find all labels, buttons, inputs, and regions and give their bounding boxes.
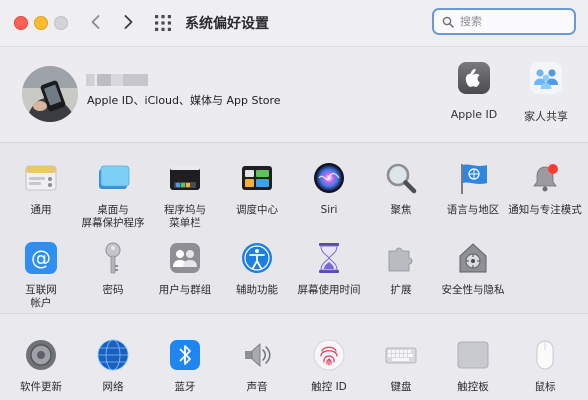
screen-time-icon	[319, 243, 339, 273]
show-all-grid-icon[interactable]	[154, 14, 172, 32]
pref-general-label: 通用	[30, 204, 52, 216]
search-icon	[442, 16, 454, 28]
users-groups-icon	[170, 243, 200, 273]
account-section: Apple ID、iCloud、媒体与 App Store Apple ID 家…	[0, 47, 588, 143]
security-privacy-icon	[459, 243, 487, 273]
pref-passwords-label: 密码	[102, 284, 124, 296]
pref-software-update[interactable]: 软件更新	[2, 338, 80, 394]
search-input[interactable]	[460, 13, 568, 30]
pref-dock-menubar[interactable]: 程序坞与 菜单栏	[146, 161, 224, 230]
software-update-icon	[26, 340, 56, 370]
pref-screen-time-label: 屏幕使用时间	[297, 284, 361, 296]
pref-accessibility[interactable]: 辅助功能	[218, 241, 296, 297]
pref-keyboard-label: 键盘	[390, 381, 412, 393]
language-region-icon	[461, 164, 487, 194]
mission-control-icon	[242, 166, 272, 190]
pref-language-region[interactable]: 语言与地区	[434, 161, 512, 217]
accessibility-icon	[242, 243, 272, 273]
pref-siri[interactable]: Siri	[290, 161, 368, 217]
pref-passwords[interactable]: 密码	[74, 241, 152, 297]
pref-sound-label: 声音	[246, 381, 268, 393]
pref-security-privacy-label: 安全性与隐私	[441, 284, 505, 296]
spotlight-icon	[386, 163, 417, 194]
desktop-screensaver-icon	[99, 165, 130, 189]
family-sharing-icon	[530, 62, 562, 94]
account-subtitle: Apple ID、iCloud、媒体与 App Store	[87, 94, 281, 107]
pref-general[interactable]: 通用	[2, 161, 80, 217]
pref-internet-accounts[interactable]: @ 互联网 帐户	[2, 241, 80, 310]
pref-notifications-label: 通知与专注模式	[508, 204, 582, 216]
pref-mouse-label: 鼠标	[534, 381, 556, 393]
pref-security-privacy[interactable]: 安全性与隐私	[434, 241, 512, 297]
pref-internet-accounts-label: 互联网 帐户	[25, 284, 57, 309]
pref-network[interactable]: 网络	[74, 338, 152, 394]
pref-spotlight-label: 聚焦	[390, 204, 412, 216]
preferences-section-personal: 通用 桌面与 屏幕保护程序 程序坞与 菜单栏 调度中心 Siri 聚焦 语言与地…	[0, 143, 588, 314]
zoom-window-button[interactable]	[54, 16, 68, 30]
pref-keyboard[interactable]: 键盘	[362, 338, 440, 394]
pref-extensions-label: 扩展	[390, 284, 412, 296]
keyboard-icon	[385, 347, 417, 364]
forward-chevron-icon[interactable]	[118, 12, 138, 32]
pref-users-groups-label: 用户与群组	[158, 284, 212, 296]
pref-spotlight[interactable]: 聚焦	[362, 161, 440, 217]
general-icon	[25, 165, 57, 191]
notifications-icon	[533, 164, 558, 192]
sound-icon	[245, 343, 271, 367]
pref-touch-id[interactable]: 触控 ID	[290, 338, 368, 394]
pref-touch-id-label: 触控 ID	[311, 381, 347, 393]
pref-sound[interactable]: 声音	[218, 338, 296, 394]
close-window-button[interactable]	[14, 16, 28, 30]
search-field[interactable]	[432, 8, 576, 35]
pref-mouse[interactable]: 鼠标	[506, 338, 584, 394]
network-icon	[97, 339, 129, 371]
pref-notifications[interactable]: 通知与专注模式	[506, 161, 584, 217]
family-sharing-item[interactable]: 家人共享	[506, 61, 586, 124]
dock-menubar-icon	[170, 166, 200, 190]
user-avatar[interactable]	[22, 66, 78, 122]
pref-users-groups[interactable]: 用户与群组	[146, 241, 224, 297]
pref-network-label: 网络	[102, 381, 124, 393]
pref-desktop-screensaver-label: 桌面与 屏幕保护程序	[81, 204, 145, 229]
apple-id-label: Apple ID	[450, 108, 498, 121]
avatar-photo-icon	[22, 66, 78, 122]
extensions-icon	[388, 247, 413, 272]
pref-bluetooth-label: 蓝牙	[174, 381, 196, 393]
pref-bluetooth[interactable]: 蓝牙	[146, 338, 224, 394]
pref-mission-control-label: 调度中心	[236, 204, 278, 216]
svg-text:@: @	[31, 246, 51, 270]
preferences-section-hardware: 软件更新 网络 蓝牙 声音 触控 ID 键盘 触控板 鼠标	[0, 314, 588, 400]
title-bar: 系统偏好设置	[0, 0, 588, 47]
touch-id-icon	[313, 339, 345, 371]
pref-accessibility-label: 辅助功能	[236, 284, 278, 296]
pref-extensions[interactable]: 扩展	[362, 241, 440, 297]
pref-trackpad[interactable]: 触控板	[434, 338, 512, 394]
apple-id-item[interactable]: Apple ID	[434, 61, 514, 121]
siri-icon	[314, 163, 344, 193]
apple-logo-icon	[458, 62, 490, 94]
pref-trackpad-label: 触控板	[457, 381, 489, 393]
account-name-blurred	[86, 74, 148, 86]
back-chevron-icon[interactable]	[86, 12, 106, 32]
pref-screen-time[interactable]: 屏幕使用时间	[290, 241, 368, 297]
family-sharing-label: 家人共享	[524, 110, 568, 123]
trackpad-icon	[457, 341, 489, 369]
mouse-icon	[536, 340, 554, 370]
pref-siri-label: Siri	[320, 204, 338, 216]
minimize-window-button[interactable]	[34, 16, 48, 30]
pref-mission-control[interactable]: 调度中心	[218, 161, 296, 217]
window-title: 系统偏好设置	[185, 16, 269, 32]
pref-desktop-screensaver[interactable]: 桌面与 屏幕保护程序	[74, 161, 152, 230]
internet-accounts-icon: @	[25, 242, 57, 274]
pref-language-region-label: 语言与地区	[446, 204, 500, 216]
passwords-icon	[105, 242, 121, 274]
pref-dock-menubar-label: 程序坞与 菜单栏	[164, 204, 206, 229]
bluetooth-icon	[170, 340, 200, 370]
pref-software-update-label: 软件更新	[20, 381, 62, 393]
